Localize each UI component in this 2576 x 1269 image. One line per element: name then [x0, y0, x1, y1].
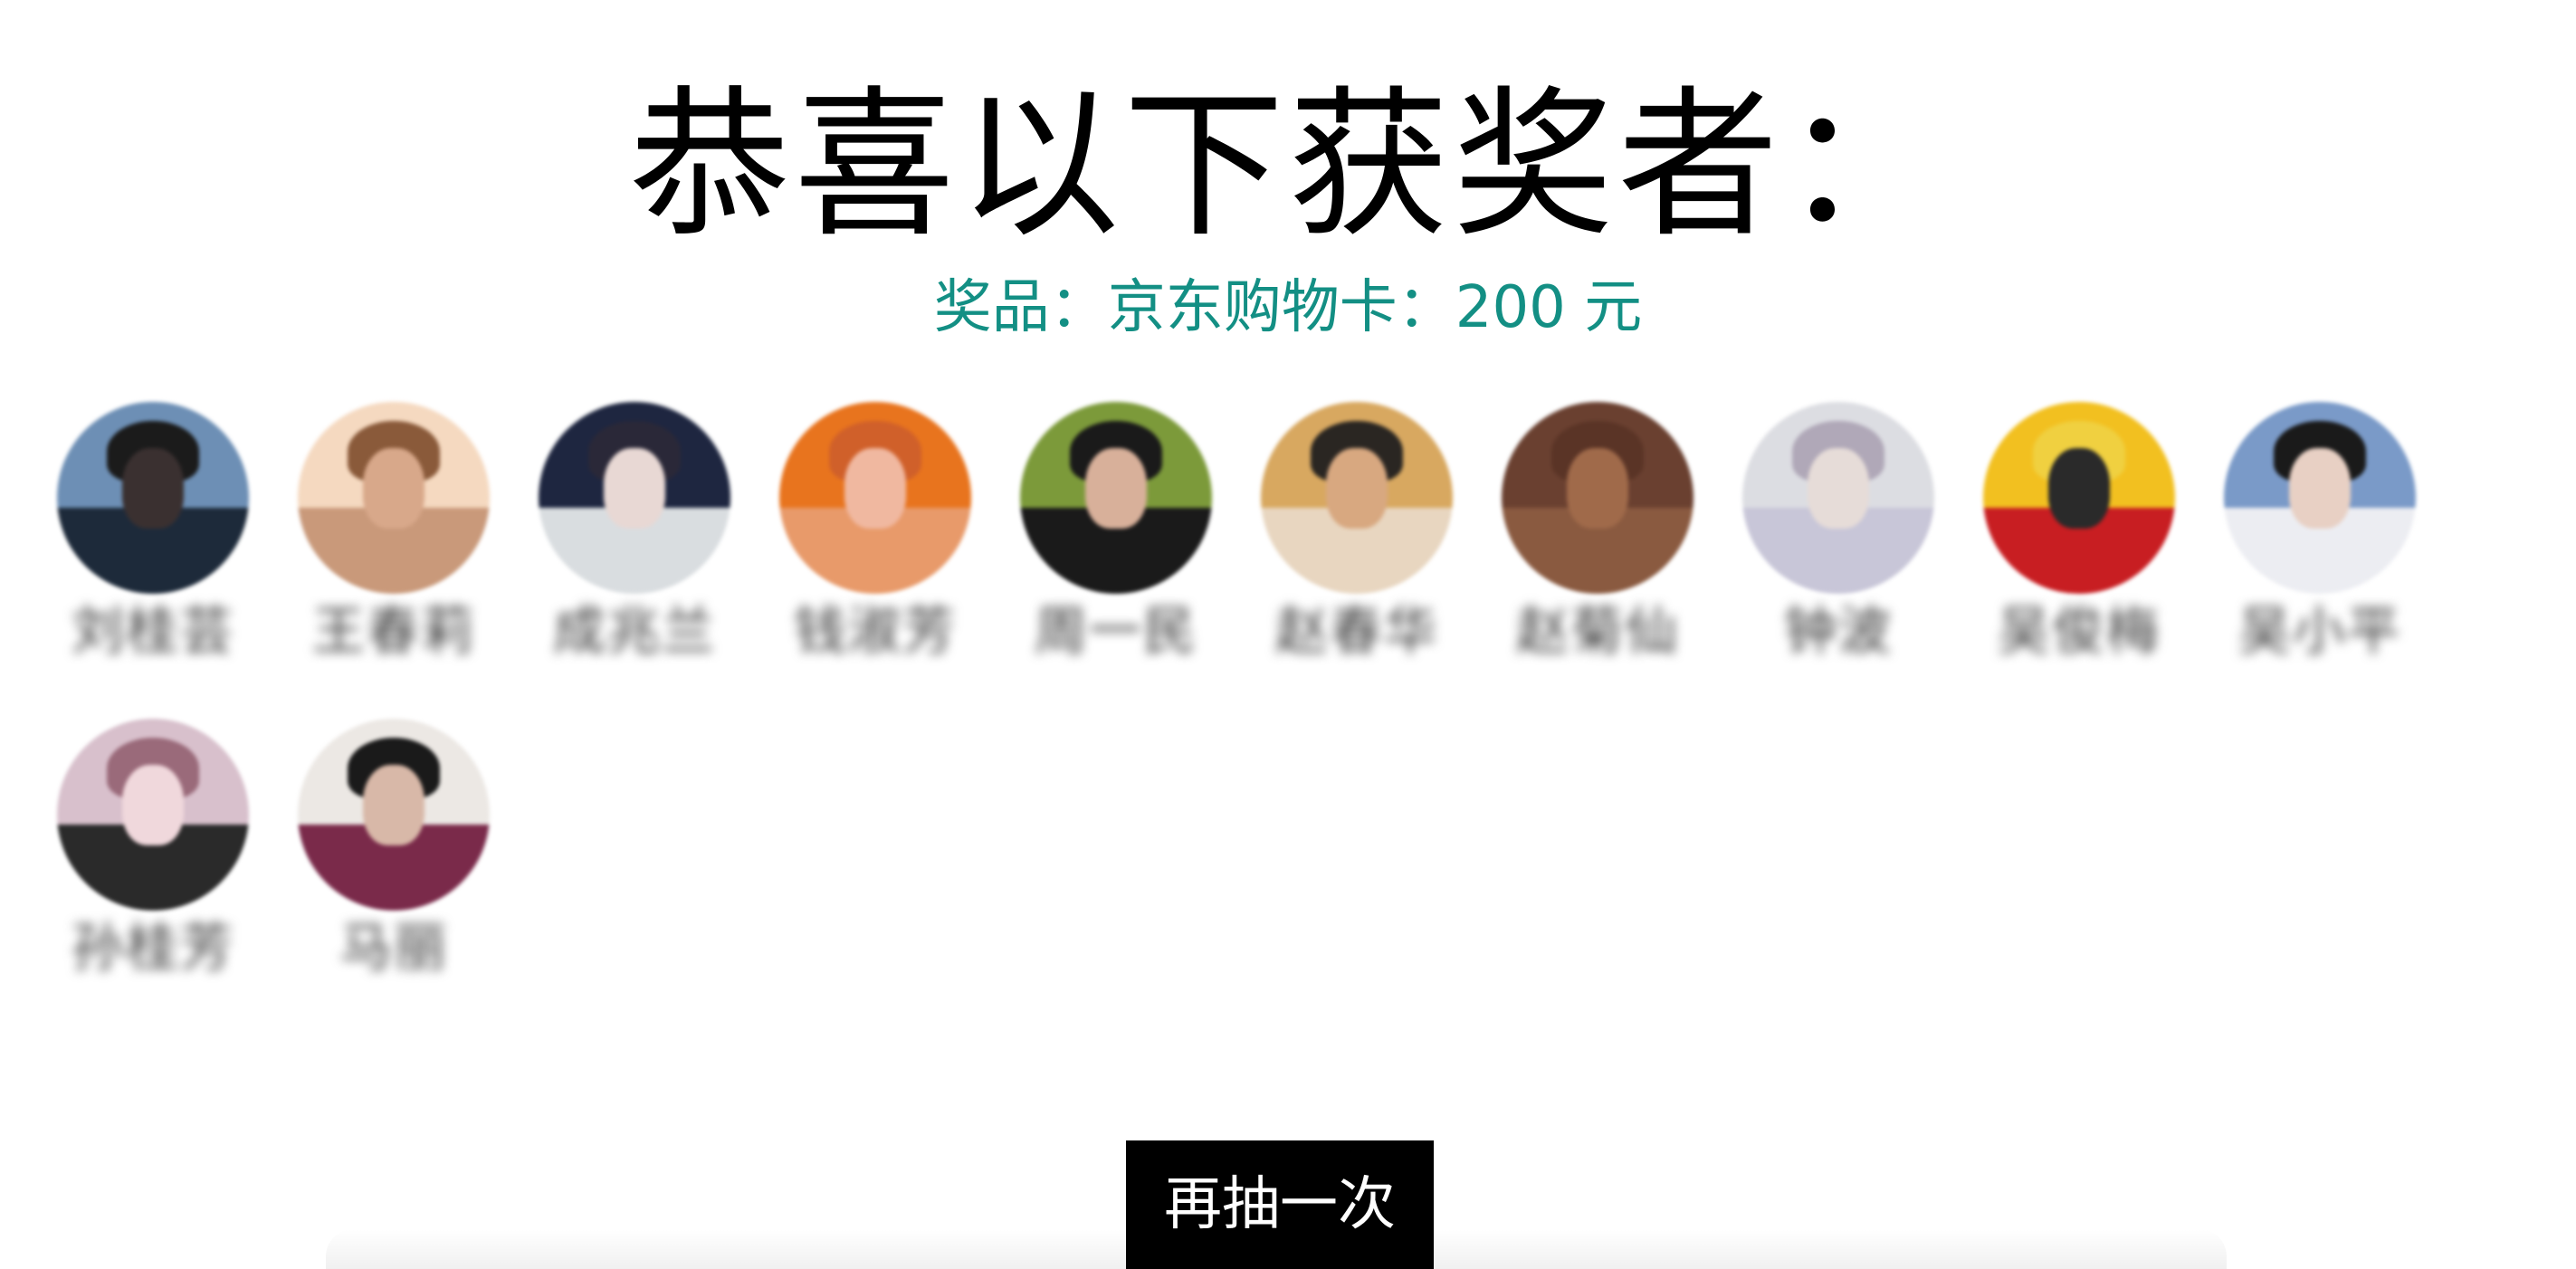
- winner-name: 马丽: [339, 917, 448, 978]
- winner-name: 钱淑芳: [793, 600, 957, 662]
- avatar: [57, 402, 249, 594]
- winner-name: 钟波: [1783, 600, 1893, 662]
- winner-name: 吴小平: [2237, 600, 2401, 662]
- avatar: [2224, 402, 2416, 594]
- winner-item: 赵菊仙: [1477, 395, 1718, 711]
- winner-item: 吴俊梅: [1959, 395, 2199, 711]
- winner-name: 赵菊仙: [1515, 600, 1679, 662]
- avatar: [539, 402, 730, 594]
- window-bottom-shadow: [326, 1229, 2227, 1269]
- winner-name: 刘桂芸: [71, 600, 234, 662]
- prize-text: 奖品：京东购物卡：200 元: [933, 274, 1643, 341]
- winners-grid: 刘桂芸 王春莉 成兆兰 钱淑芳 周一民 赵春华 赵菊仙 钟波 吴俊梅 吴小平孙桂芳 马丽: [33, 395, 2476, 1028]
- winner-item: 刘桂芸: [33, 395, 273, 711]
- avatar-face: [122, 447, 184, 529]
- avatar-face: [844, 447, 906, 529]
- winner-item: 孙桂芳: [33, 711, 273, 1028]
- avatar-face: [1326, 447, 1388, 529]
- avatar-face: [2048, 447, 2110, 529]
- avatar: [298, 719, 490, 911]
- winner-item: 赵春华: [1236, 395, 1477, 711]
- avatar: [1742, 402, 1934, 594]
- avatar-face: [122, 764, 184, 845]
- avatar: [298, 402, 490, 594]
- avatar: [1020, 402, 1212, 594]
- avatar: [779, 402, 971, 594]
- avatar-face: [1085, 447, 1147, 529]
- avatar: [1261, 402, 1453, 594]
- winner-name: 周一民: [1034, 600, 1197, 662]
- winner-item: 马丽: [273, 711, 514, 1028]
- avatar-face: [2289, 447, 2351, 529]
- avatar-face: [363, 764, 425, 845]
- winner-name: 成兆兰: [552, 600, 716, 662]
- winner-name: 孙桂芳: [71, 917, 234, 978]
- avatar-face: [604, 447, 665, 529]
- avatar: [57, 719, 249, 911]
- winner-item: 成兆兰: [514, 395, 755, 711]
- avatar-face: [1808, 447, 1869, 529]
- winner-name: 王春莉: [311, 600, 475, 662]
- winner-item: 钱淑芳: [755, 395, 996, 711]
- avatar-face: [363, 447, 425, 529]
- winner-name: 吴俊梅: [1997, 600, 2161, 662]
- winner-item: 王春莉: [273, 395, 514, 711]
- avatar: [1502, 402, 1693, 594]
- winner-name: 赵春华: [1274, 600, 1438, 662]
- winner-item: 吴小平: [2199, 395, 2440, 711]
- winner-item: 周一民: [996, 395, 1236, 711]
- avatar-face: [1567, 447, 1628, 529]
- winner-item: 钟波: [1718, 395, 1959, 711]
- page-title: 恭喜以下获奖者：: [629, 72, 1947, 259]
- avatar: [1983, 402, 2175, 594]
